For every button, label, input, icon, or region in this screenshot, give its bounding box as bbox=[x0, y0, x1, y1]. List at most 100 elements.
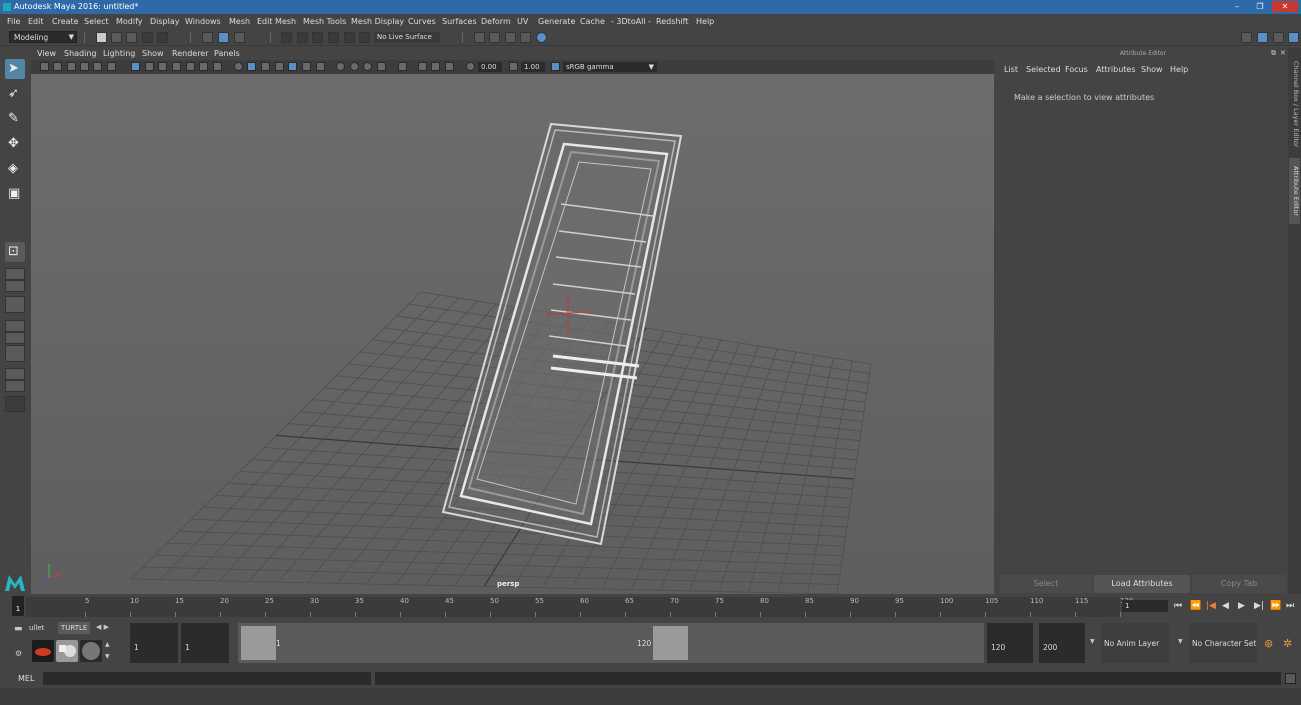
ae-menu-attributes[interactable]: Attributes bbox=[1096, 65, 1136, 74]
turtle-sphere-icon[interactable] bbox=[80, 640, 102, 662]
move-tool-button[interactable]: ✥ bbox=[5, 134, 25, 154]
attribute-editor-toggle-icon[interactable] bbox=[1257, 32, 1268, 43]
menu-mesh-display[interactable]: Mesh Display bbox=[351, 17, 404, 26]
shelf-tab-bullet[interactable]: ullet bbox=[26, 622, 47, 634]
shelf-settings-icon[interactable]: ⚙ bbox=[15, 649, 22, 658]
current-frame-marker[interactable]: 1 bbox=[12, 596, 24, 616]
copy-tab-button[interactable]: Copy Tab bbox=[1192, 575, 1286, 593]
shelf-menu-icon[interactable]: ▬ bbox=[14, 624, 23, 634]
wireframe-on-shaded-icon[interactable] bbox=[275, 62, 284, 71]
safe-action-icon[interactable] bbox=[199, 62, 208, 71]
step-forward-frame-icon[interactable]: ▶| bbox=[1254, 601, 1264, 611]
go-to-end-icon[interactable]: ⏭ bbox=[1286, 601, 1294, 611]
preferences-icon[interactable]: ✲ bbox=[1283, 637, 1292, 650]
bookmark-icon[interactable] bbox=[67, 62, 76, 71]
undo-icon[interactable] bbox=[142, 32, 153, 43]
snap-surface-icon[interactable] bbox=[344, 32, 355, 43]
snap-curve-icon[interactable] bbox=[297, 32, 308, 43]
motion-blur-icon[interactable] bbox=[350, 62, 359, 71]
menu-mesh[interactable]: Mesh bbox=[229, 17, 250, 26]
close-button[interactable]: ✕ bbox=[1272, 1, 1298, 12]
script-editor-icon[interactable] bbox=[1285, 673, 1296, 684]
range-end-handle[interactable] bbox=[653, 626, 688, 660]
go-to-start-icon[interactable]: ⏮ bbox=[1174, 601, 1182, 611]
menu-uv[interactable]: UV bbox=[517, 17, 528, 26]
two-pane-layout-button[interactable] bbox=[5, 296, 25, 313]
ae-menu-show[interactable]: Show bbox=[1141, 65, 1163, 74]
tool-settings-icon[interactable] bbox=[1273, 32, 1284, 43]
vp-menu-view[interactable]: View bbox=[37, 49, 56, 58]
vp-menu-panels[interactable]: Panels bbox=[214, 49, 240, 58]
menu-mesh-tools[interactable]: Mesh Tools bbox=[303, 17, 346, 26]
depth-of-field-icon[interactable] bbox=[377, 62, 386, 71]
hypershade-layout-button[interactable] bbox=[5, 368, 25, 380]
scene-end-field[interactable]: 200 bbox=[1039, 623, 1085, 663]
snap-view-plane-icon[interactable] bbox=[328, 32, 339, 43]
menu-help[interactable]: Help bbox=[696, 17, 714, 26]
playback-end-field[interactable]: 120 bbox=[987, 623, 1033, 663]
step-back-key-icon[interactable]: ⏪ bbox=[1190, 601, 1201, 611]
mode-selector[interactable]: Modeling ▼ bbox=[9, 31, 77, 43]
range-start-handle[interactable] bbox=[241, 626, 276, 660]
vp-menu-shading[interactable]: Shading bbox=[64, 49, 97, 58]
menu-file[interactable]: File bbox=[7, 17, 20, 26]
use-all-lights-icon[interactable] bbox=[302, 62, 311, 71]
time-ruler[interactable]: 5 10 15 20 25 30 35 40 45 50 55 60 65 70 75 80 85 90 95 100… bbox=[26, 597, 1133, 617]
menu-surfaces[interactable]: Surfaces bbox=[442, 17, 477, 26]
auto-key-icon[interactable]: ⊛ bbox=[1264, 637, 1273, 650]
persp-graph-button[interactable] bbox=[5, 332, 25, 344]
four-pane-layout-button[interactable] bbox=[5, 268, 25, 280]
isolate-select-icon[interactable] bbox=[398, 62, 407, 71]
live-surface-field[interactable]: No Live Surface bbox=[374, 32, 440, 43]
gate-mask-icon[interactable] bbox=[172, 62, 181, 71]
safe-title-icon[interactable] bbox=[213, 62, 222, 71]
command-input[interactable] bbox=[43, 672, 371, 685]
2d-pan-zoom-icon[interactable] bbox=[93, 62, 102, 71]
maximize-button[interactable]: ❐ bbox=[1249, 1, 1271, 12]
menu-create[interactable]: Create bbox=[52, 17, 79, 26]
menu-edit-mesh[interactable]: Edit Mesh bbox=[257, 17, 296, 26]
custom-layout-button[interactable] bbox=[5, 396, 25, 412]
menu-deform[interactable]: Deform bbox=[481, 17, 511, 26]
make-live-icon[interactable] bbox=[359, 32, 370, 43]
uv-editor-layout-button[interactable] bbox=[5, 380, 25, 392]
select-object-icon[interactable] bbox=[218, 32, 229, 43]
multisample-aa-icon[interactable] bbox=[363, 62, 372, 71]
chevron-down-icon[interactable]: ▼ bbox=[1178, 638, 1183, 645]
image-plane-icon[interactable] bbox=[80, 62, 89, 71]
turtle-bake-icon[interactable] bbox=[56, 640, 78, 662]
hypershade-icon[interactable] bbox=[536, 32, 547, 43]
menu-windows[interactable]: Windows bbox=[185, 17, 221, 26]
load-attributes-button[interactable]: Load Attributes bbox=[1094, 575, 1190, 593]
persp-outliner-button[interactable] bbox=[5, 320, 25, 332]
float-panel-icon[interactable]: ⧉ bbox=[1271, 49, 1276, 58]
menu-curves[interactable]: Curves bbox=[408, 17, 436, 26]
gamma-field[interactable]: 1.00 bbox=[521, 62, 545, 72]
render-view-icon[interactable] bbox=[474, 32, 485, 43]
select-hierarchy-icon[interactable] bbox=[202, 32, 213, 43]
tab-channel-box[interactable]: Channel Box / Layer Editor bbox=[1289, 54, 1300, 154]
snap-grid-icon[interactable] bbox=[281, 32, 292, 43]
minimize-button[interactable]: – bbox=[1226, 1, 1248, 12]
workspace-layout-icon[interactable] bbox=[1241, 32, 1252, 43]
perspective-viewport[interactable]: persp bbox=[31, 74, 994, 594]
rotate-tool-button[interactable]: ◈ bbox=[5, 159, 25, 179]
render-settings-icon[interactable] bbox=[520, 32, 531, 43]
menu-select[interactable]: Select bbox=[84, 17, 109, 26]
screen-space-ao-icon[interactable] bbox=[336, 62, 345, 71]
vp-menu-show[interactable]: Show bbox=[142, 49, 164, 58]
anim-layer-dropdown[interactable]: No Anim Layer bbox=[1101, 623, 1169, 663]
color-management-icon[interactable] bbox=[551, 62, 560, 71]
select-tool-button[interactable]: ➤ bbox=[5, 59, 25, 79]
grid-toggle-icon[interactable] bbox=[131, 62, 140, 71]
field-chart-icon[interactable] bbox=[186, 62, 195, 71]
chevron-down-icon[interactable]: ▼ bbox=[1090, 638, 1095, 645]
menu-redshift[interactable]: Redshift bbox=[656, 17, 688, 26]
menu-generate[interactable]: Generate bbox=[538, 17, 575, 26]
exposure-field[interactable]: 0.00 bbox=[478, 62, 502, 72]
shelf-down-arrow-icon[interactable]: ▼ bbox=[105, 653, 110, 660]
channel-box-toggle-icon[interactable] bbox=[1288, 32, 1299, 43]
smooth-shade-icon[interactable] bbox=[247, 62, 256, 71]
ae-menu-list[interactable]: List bbox=[1004, 65, 1018, 74]
xray-icon[interactable] bbox=[418, 62, 427, 71]
